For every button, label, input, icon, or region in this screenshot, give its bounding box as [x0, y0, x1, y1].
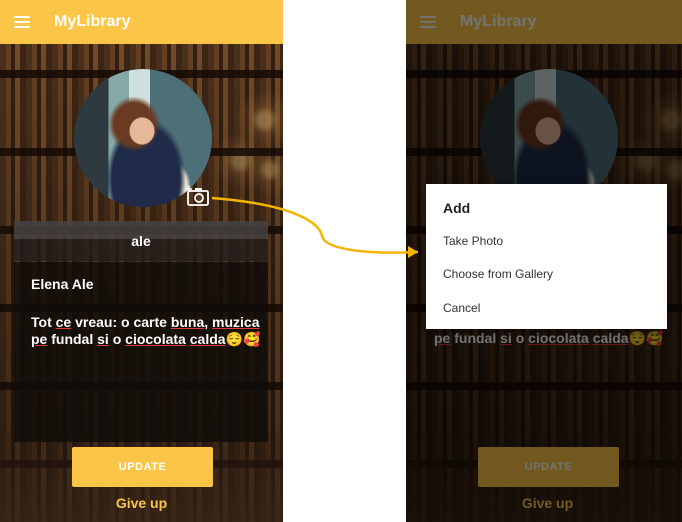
take-photo-option[interactable]: Take Photo — [443, 234, 503, 248]
profile-card: Elena Ale Tot ce vreau: o carte buna, mu… — [14, 262, 268, 442]
menu-icon[interactable] — [14, 16, 30, 28]
username-value: ale — [131, 233, 151, 249]
cancel-option[interactable]: Cancel — [443, 301, 480, 315]
camera-add-icon[interactable] — [186, 186, 210, 206]
choose-from-gallery-option[interactable]: Choose from Gallery — [443, 267, 553, 281]
dialog-title: Add — [443, 200, 471, 216]
username-field[interactable]: ale — [14, 221, 268, 261]
app-bar: MyLibrary — [0, 0, 283, 44]
full-name: Elena Ale — [31, 276, 94, 292]
give-up-link[interactable]: Give up — [0, 495, 283, 511]
bio-text[interactable]: Tot ce vreau: o carte buna, muzica pe fu… — [31, 314, 263, 348]
profile-screen: MyLibrary ale Elena Ale Tot ce vreau: o … — [0, 0, 283, 522]
app-title: MyLibrary — [54, 13, 131, 30]
profile-screen-with-dialog: MyLibrary pe fundal si o ciocolata calda… — [406, 0, 682, 522]
update-button[interactable]: UPDATE — [72, 447, 213, 487]
add-photo-dialog: Add Take Photo Choose from Gallery Cance… — [426, 184, 667, 329]
